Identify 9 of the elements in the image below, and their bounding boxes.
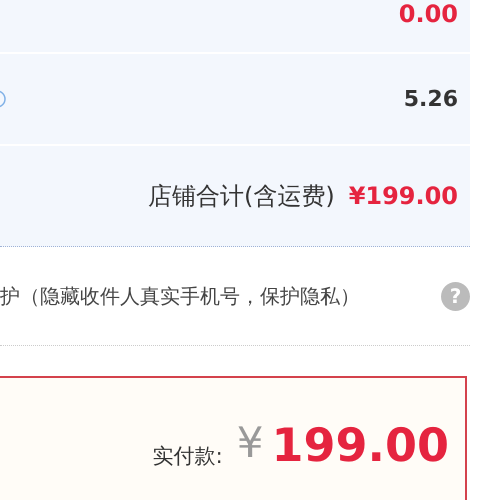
total-value: ¥199.00	[348, 182, 458, 210]
currency-symbol: ¥	[236, 418, 264, 467]
discount-value: 0.00	[398, 0, 458, 28]
total-label: 店铺合计(含运费)	[148, 181, 335, 212]
payment-label: 实付款:	[152, 443, 223, 470]
privacy-text: 护（隐藏收件人真实手机号，保护隐私）	[0, 282, 360, 310]
help-icon[interactable]: ?	[441, 282, 470, 310]
payment-amount: 199.00	[271, 418, 449, 472]
amount-value: 5.26	[404, 86, 458, 112]
